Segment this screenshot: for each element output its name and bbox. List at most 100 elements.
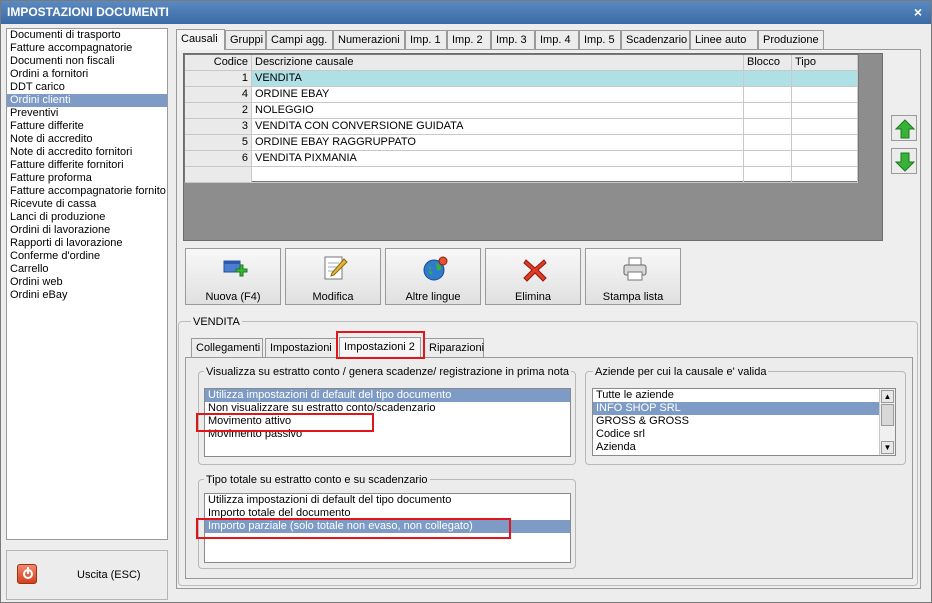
table-row[interactable]: 2 NOLEGGIO — [185, 103, 858, 119]
grid-header-cell[interactable]: Tipo — [792, 55, 858, 70]
grid-cell — [792, 151, 858, 166]
delete-x-icon — [523, 259, 547, 282]
print-list-button[interactable]: Stampa lista — [585, 248, 681, 305]
doc-list-item[interactable]: Ordini clienti — [7, 94, 167, 107]
exit-button[interactable]: Uscita (ESC) — [6, 550, 168, 600]
tab-imp-2[interactable]: Imp. 2 — [447, 30, 491, 49]
doc-list-item[interactable]: Ordini di lavorazione — [7, 224, 167, 237]
power-icon — [17, 564, 37, 584]
list-option[interactable]: Utilizza impostazioni di default del tip… — [205, 494, 570, 507]
doc-list-item[interactable]: Fatture accompagnatorie fornito — [7, 185, 167, 198]
doc-list-item[interactable]: Note di accredito — [7, 133, 167, 146]
list-option[interactable]: GROSS & GROSS — [593, 415, 895, 428]
table-row[interactable]: 6 VENDITA PIXMANIA — [185, 151, 858, 167]
scrollbar[interactable]: ▲ ▼ — [879, 389, 895, 455]
scroll-thumb[interactable] — [881, 404, 894, 426]
tab-scadenzario[interactable]: Scadenzario — [621, 30, 690, 49]
doc-list-item[interactable]: Fatture proforma — [7, 172, 167, 185]
grid-cell — [185, 167, 252, 182]
doc-list-item[interactable]: Ricevute di cassa — [7, 198, 167, 211]
grid-header-row: Codice Descrizione causale Blocco Tipo — [185, 55, 858, 71]
tab-linee-auto[interactable]: Linee auto — [690, 30, 758, 49]
grid-cell: 2 — [185, 103, 252, 118]
grid-header-cell[interactable]: Descrizione causale — [252, 55, 744, 70]
doc-list-item[interactable]: Lanci di produzione — [7, 211, 167, 224]
globe-icon — [423, 256, 448, 281]
list-option[interactable]: Azienda — [593, 441, 895, 454]
grid-cell: 1 — [185, 71, 252, 86]
move-down-button[interactable] — [891, 148, 917, 174]
edit-document-icon — [324, 256, 348, 280]
table-row[interactable]: 1 VENDITA — [185, 71, 858, 87]
tab-imp-5[interactable]: Imp. 5 — [579, 30, 621, 49]
arrow-down-icon — [895, 152, 915, 172]
list-option[interactable]: Tutte le aziende — [593, 389, 895, 402]
tab-causali[interactable]: Causali — [176, 29, 225, 50]
annotation-box-partial-amount — [196, 518, 511, 539]
subtab-collegamenti[interactable]: Collegamenti — [191, 338, 263, 357]
tab-numerazioni[interactable]: Numerazioni — [333, 30, 405, 49]
tab-gruppi[interactable]: Gruppi — [225, 30, 266, 49]
doc-list-item[interactable]: DDT carico — [7, 81, 167, 94]
table-row[interactable]: 5 ORDINE EBAY RAGGRUPPATO — [185, 135, 858, 151]
close-icon[interactable]: × — [911, 1, 925, 24]
annotation-box-subtab — [336, 331, 425, 359]
table-row-empty[interactable] — [185, 167, 858, 183]
grid-cell — [252, 167, 744, 182]
tab-campi-agg-[interactable]: Campi agg. — [266, 30, 333, 49]
doc-list-item[interactable]: Fatture differite — [7, 120, 167, 133]
doc-list-item[interactable]: Fatture accompagnatorie — [7, 42, 167, 55]
grid-cell — [792, 103, 858, 118]
grid-cell — [744, 167, 792, 182]
tab-produzione[interactable]: Produzione — [758, 30, 824, 49]
grid-cell — [792, 71, 858, 86]
scroll-up-icon[interactable]: ▲ — [881, 390, 894, 403]
doc-list-item[interactable]: Preventivi — [7, 107, 167, 120]
doc-list-item[interactable]: Rapporti di lavorazione — [7, 237, 167, 250]
doc-list-item[interactable]: Documenti non fiscali — [7, 55, 167, 68]
delete-button[interactable]: Elimina — [485, 248, 581, 305]
companies-listbox[interactable]: Tutte le aziende INFO SHOP SRL GROSS & GRO… — [592, 388, 896, 456]
statement-label: Visualizza su estratto conto / genera sc… — [204, 366, 571, 378]
grid-cell — [792, 119, 858, 134]
group-title: VENDITA — [191, 316, 242, 328]
doc-list-item[interactable]: Carrello — [7, 263, 167, 276]
doc-list-item[interactable]: Fatture differite fornitori — [7, 159, 167, 172]
move-up-button[interactable] — [891, 115, 917, 141]
new-button-label: Nuova (F4) — [205, 291, 261, 303]
doc-list-item[interactable]: Documenti di trasporto — [7, 29, 167, 42]
grid-cell: 6 — [185, 151, 252, 166]
doc-list-item[interactable]: Ordini eBay — [7, 289, 167, 302]
edit-button[interactable]: Modifica — [285, 248, 381, 305]
grid-cell — [744, 103, 792, 118]
scroll-down-icon[interactable]: ▼ — [881, 441, 894, 454]
document-type-list[interactable]: Documenti di trasporto Fatture accompagna… — [6, 28, 168, 540]
subtab-impostazioni[interactable]: Impostazioni — [265, 338, 337, 357]
grid-cell: NOLEGGIO — [252, 103, 744, 118]
new-window-icon — [223, 260, 248, 277]
grid-header-cell[interactable]: Codice — [185, 55, 252, 70]
grid-cell — [792, 87, 858, 102]
tab-imp-3[interactable]: Imp. 3 — [491, 30, 535, 49]
other-languages-button[interactable]: Altre lingue — [385, 248, 481, 305]
grid-header-cell[interactable]: Blocco — [744, 55, 792, 70]
new-button[interactable]: Nuova (F4) — [185, 248, 281, 305]
table-row[interactable]: 3 VENDITA CON CONVERSIONE GUIDATA — [185, 119, 858, 135]
doc-list-item[interactable]: Note di accredito fornitori — [7, 146, 167, 159]
doc-list-item[interactable]: Ordini a fornitori — [7, 68, 167, 81]
annotation-box-active-movement — [196, 413, 374, 432]
table-row[interactable]: 4 ORDINE EBAY — [185, 87, 858, 103]
grid-cell — [744, 71, 792, 86]
list-option[interactable]: INFO SHOP SRL — [593, 402, 895, 415]
settings-window: IMPOSTAZIONI DOCUMENTI × Documenti di tr… — [0, 0, 932, 603]
doc-list-item[interactable]: Ordini web — [7, 276, 167, 289]
list-option[interactable]: Utilizza impostazioni di default del tip… — [205, 389, 570, 402]
tab-imp-4[interactable]: Imp. 4 — [535, 30, 579, 49]
doc-list-item[interactable]: Conferme d'ordine — [7, 250, 167, 263]
causali-grid[interactable]: Codice Descrizione causale Blocco Tipo 1 VEND… — [184, 54, 859, 183]
total-type-label: Tipo totale su estratto conto e su scade… — [204, 474, 430, 486]
tab-imp-1[interactable]: Imp. 1 — [405, 30, 447, 49]
list-option[interactable]: Codice srl — [593, 428, 895, 441]
subtab-riparazioni[interactable]: Riparazioni — [424, 338, 484, 357]
grid-cell — [792, 167, 858, 182]
